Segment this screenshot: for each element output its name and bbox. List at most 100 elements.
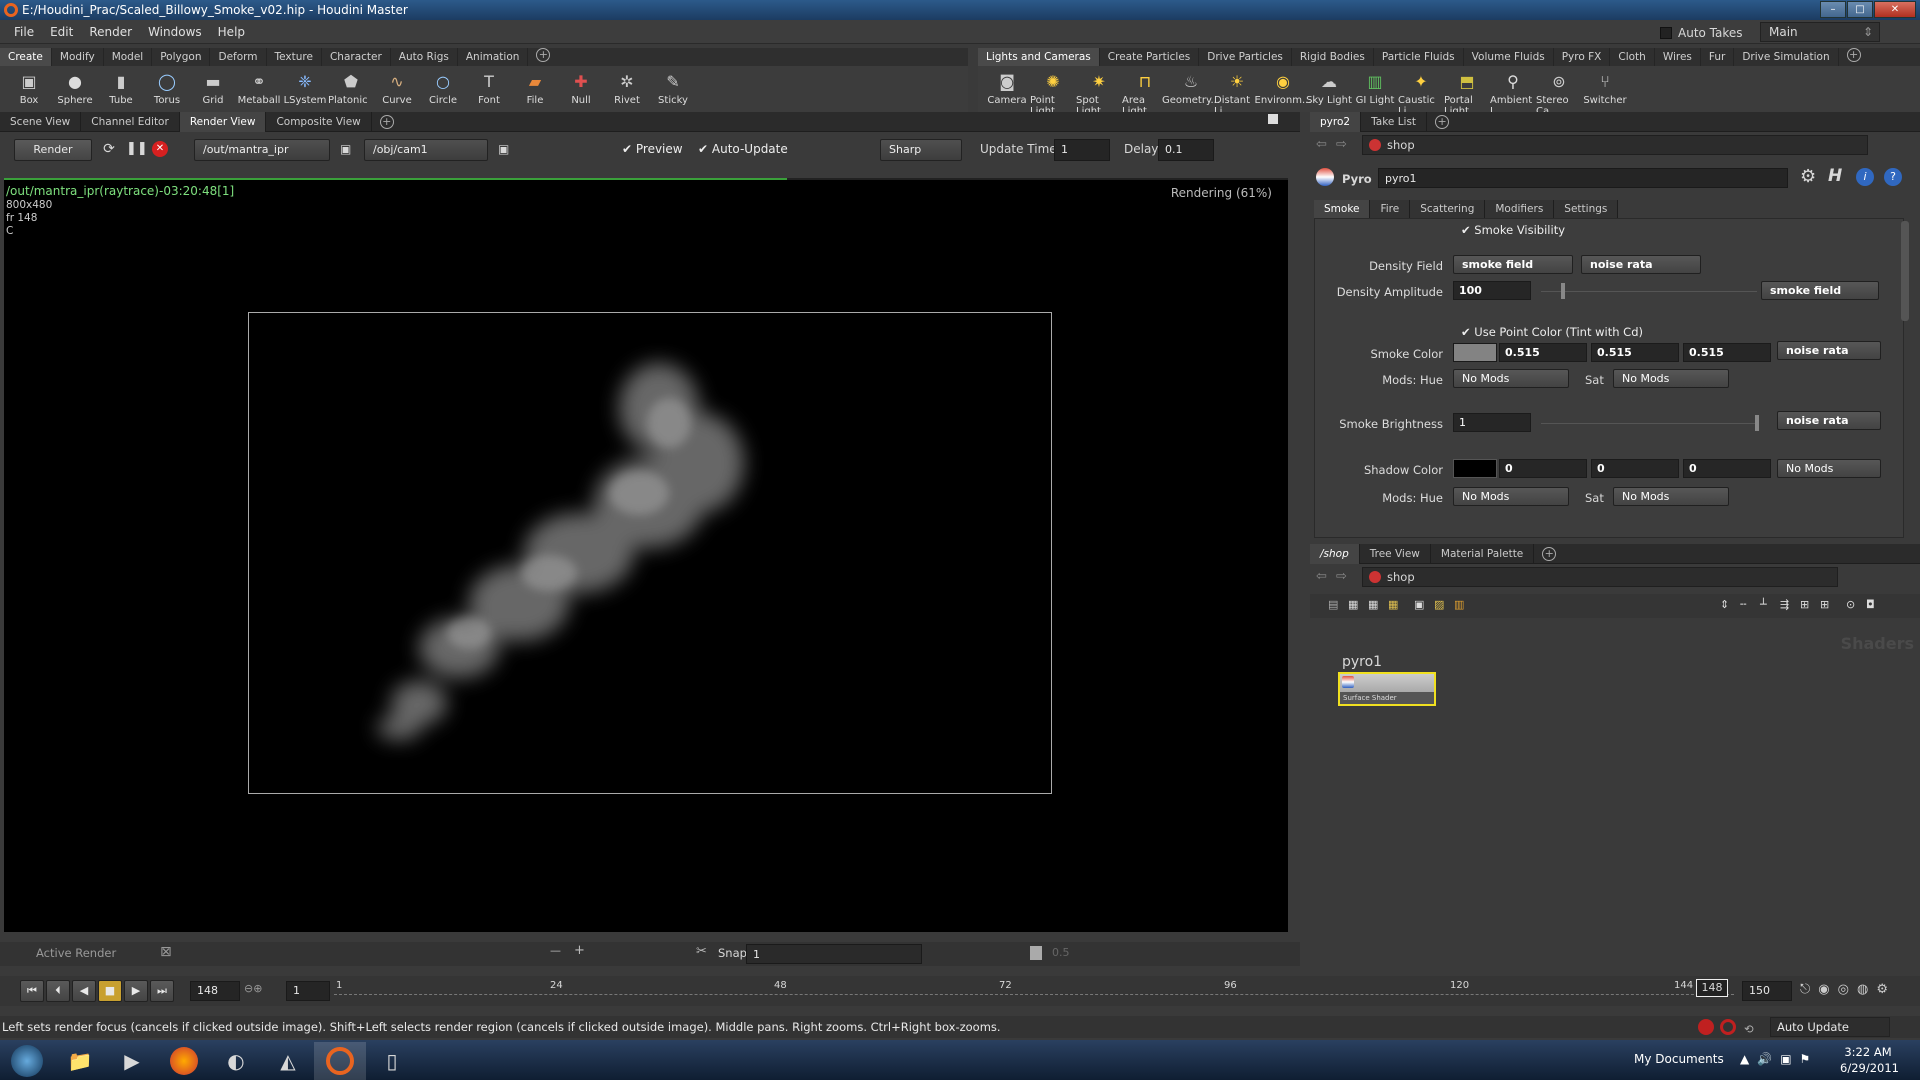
cook-icon[interactable]: ⟲ xyxy=(1744,1018,1754,1040)
start-frame-field[interactable]: 1 xyxy=(286,981,330,1001)
frame-stepper-icon[interactable]: ⊖⊕ xyxy=(244,982,262,995)
tool-sphere[interactable]: ● Sphere xyxy=(52,69,98,117)
tool-portal-light[interactable]: ⬒Portal Light xyxy=(1444,69,1490,118)
menu-edit[interactable]: Edit xyxy=(42,20,81,44)
camera-select[interactable]: /obj/cam1 xyxy=(364,139,488,161)
tool-sky-light[interactable]: ☁ Sky Light xyxy=(1306,69,1352,117)
density-field-select[interactable]: smoke field xyxy=(1453,255,1573,274)
node-name-field[interactable]: pyro1 xyxy=(1378,168,1788,188)
shadow-b-field[interactable]: 0 xyxy=(1683,459,1771,478)
slider-handle[interactable] xyxy=(1561,283,1565,299)
tab-render-view[interactable]: Render View xyxy=(179,111,267,132)
media-player-icon[interactable]: ▶ xyxy=(106,1042,158,1080)
param-scrollbar[interactable] xyxy=(1901,221,1909,321)
layout-icon[interactable]: ▤ xyxy=(1328,598,1338,611)
tab-material-palette[interactable]: Material Palette xyxy=(1431,543,1535,564)
forward-icon[interactable]: ⇨ xyxy=(1336,137,1347,152)
go-to-end-icon[interactable]: ⏭ xyxy=(150,980,174,1002)
table-icon[interactable]: ▦ xyxy=(1388,598,1398,611)
tool-camera[interactable]: ◙ Camera xyxy=(984,69,1030,117)
shelf-tab-auto-rigs[interactable]: Auto Rigs xyxy=(391,48,458,66)
firefox-icon[interactable] xyxy=(158,1042,210,1080)
timeline-ruler[interactable]: 1 24 48 72 96 120 144 xyxy=(334,980,1734,1002)
photoshop-icon[interactable]: ◭ xyxy=(262,1042,314,1080)
flow-icon[interactable]: ⇶ xyxy=(1780,598,1789,611)
play-icon[interactable]: ▶ xyxy=(124,980,148,1002)
subtab-settings[interactable]: Settings xyxy=(1554,200,1619,218)
shelf-tab-lights-and-cameras[interactable]: Lights and Cameras xyxy=(978,48,1100,66)
menu-file[interactable]: File xyxy=(6,20,42,44)
list-icon[interactable]: ▦ xyxy=(1348,598,1358,611)
subtab-scattering[interactable]: Scattering xyxy=(1410,200,1486,218)
tool-torus[interactable]: ◯ Torus xyxy=(144,69,190,117)
shadow-r-field[interactable]: 0 xyxy=(1499,459,1587,478)
my-documents-label[interactable]: My Documents xyxy=(1634,1052,1724,1066)
shelf-tab-texture[interactable]: Texture xyxy=(267,48,322,66)
update-time-field[interactable]: 1 xyxy=(1054,139,1110,161)
tool-platonic[interactable]: ⬟Platonic ... xyxy=(328,69,374,118)
shelf-tab-cloth[interactable]: Cloth xyxy=(1610,48,1655,66)
zoom-in-icon[interactable]: + xyxy=(574,943,585,958)
gear-icon[interactable]: ⚙ xyxy=(1800,166,1816,187)
dots-grid-icon[interactable]: ⊞ xyxy=(1820,598,1829,611)
subtab-smoke[interactable]: Smoke xyxy=(1314,200,1371,218)
menu-render[interactable]: Render xyxy=(81,20,140,44)
current-frame-field[interactable]: 148 xyxy=(190,981,240,1001)
tool-ambient-l[interactable]: ⚲Ambient L... xyxy=(1490,69,1536,118)
grid-icon[interactable]: ⊞ xyxy=(1800,598,1809,611)
view-icon[interactable]: ◘ xyxy=(1866,598,1875,611)
align-icon[interactable]: ⇕ xyxy=(1720,598,1729,611)
preview-toggle[interactable]: ✔ Preview xyxy=(622,142,683,156)
shelf-tab-drive-simulation[interactable]: Drive Simulation xyxy=(1734,48,1839,66)
tab-take-list[interactable]: Take List xyxy=(1361,111,1428,132)
refresh-icon[interactable]: ⟳ xyxy=(100,141,118,159)
play-reverse-icon[interactable]: ◀ xyxy=(72,980,96,1002)
desktop-select[interactable]: Main ⇕ xyxy=(1760,22,1880,42)
shelf-tab-wires[interactable]: Wires xyxy=(1655,48,1701,66)
layout-tree-icon[interactable]: ┴ xyxy=(1760,598,1767,611)
frame-marker[interactable]: 148 xyxy=(1696,979,1728,997)
menu-windows[interactable]: Windows xyxy=(140,20,210,44)
sim-icon[interactable]: ◍ xyxy=(1857,982,1868,997)
tab-shop[interactable]: /shop xyxy=(1310,543,1360,564)
end-frame-field[interactable]: 150 xyxy=(1742,981,1792,1001)
tool-stereo-ca[interactable]: ⊚Stereo Ca... xyxy=(1536,69,1582,118)
network-path-bar[interactable]: shop xyxy=(1362,567,1838,587)
tool-lsystem[interactable]: ❈ LSystem xyxy=(282,69,328,117)
maximize-pane-icon[interactable] xyxy=(1268,114,1278,124)
smoke-brightness-field[interactable]: 1 xyxy=(1453,413,1531,432)
shadow-mods-sat-select[interactable]: No Mods xyxy=(1613,487,1729,506)
tab-composite-view[interactable]: Composite View xyxy=(266,111,372,132)
tool-area-light[interactable]: ⊓Area Light xyxy=(1122,69,1168,118)
smoke-visibility-toggle[interactable]: ✔ Smoke Visibility xyxy=(1461,223,1565,237)
shelf-tab-fur[interactable]: Fur xyxy=(1701,48,1735,66)
subtab-modifiers[interactable]: Modifiers xyxy=(1485,200,1555,218)
tool-null[interactable]: ✚ Null xyxy=(558,69,604,117)
wire-icon[interactable]: ╌ xyxy=(1740,598,1747,611)
tab-tree-view[interactable]: Tree View xyxy=(1360,543,1431,564)
density-amplitude-field[interactable]: 100 xyxy=(1453,281,1531,300)
tool-curve[interactable]: ∿ Curve xyxy=(374,69,420,117)
shelf-tab-pyro-fx[interactable]: Pyro FX xyxy=(1554,48,1611,66)
zoom-icon[interactable]: ⊙ xyxy=(1846,598,1855,611)
houdini-icon[interactable] xyxy=(314,1041,366,1080)
help-h-icon[interactable]: H xyxy=(1828,166,1842,186)
clock[interactable]: 3:22 AM 6/29/2011 xyxy=(1840,1044,1899,1076)
auto-takes-checkbox[interactable] xyxy=(1660,27,1672,39)
density-amplitude-slider[interactable] xyxy=(1541,291,1757,292)
realtime-icon[interactable]: ◎ xyxy=(1838,982,1849,997)
tool-environm[interactable]: ◉ Environm... xyxy=(1255,69,1312,117)
shelf-tab-animation[interactable]: Animation xyxy=(458,48,529,66)
menu-help[interactable]: Help xyxy=(210,20,253,44)
tool-switcher[interactable]: ⑂ Switcher xyxy=(1582,69,1628,117)
notepad-icon[interactable]: ▯ xyxy=(366,1042,418,1080)
tool-circle[interactable]: ○ Circle xyxy=(420,69,466,117)
settings-icon[interactable]: ⚙ xyxy=(1876,982,1888,997)
density-field-mod-select[interactable]: noise rata xyxy=(1581,255,1701,274)
tool-grid[interactable]: ▬ Grid xyxy=(190,69,236,117)
smoke-brightness-slider[interactable] xyxy=(1541,423,1759,424)
output-driver-select[interactable]: /out/mantra_ipr xyxy=(194,139,330,161)
tool-gi-light[interactable]: ▥ GI Light xyxy=(1352,69,1398,117)
grid-view-icon[interactable]: ▦ xyxy=(1368,598,1378,611)
start-orb-icon[interactable] xyxy=(0,1042,54,1080)
